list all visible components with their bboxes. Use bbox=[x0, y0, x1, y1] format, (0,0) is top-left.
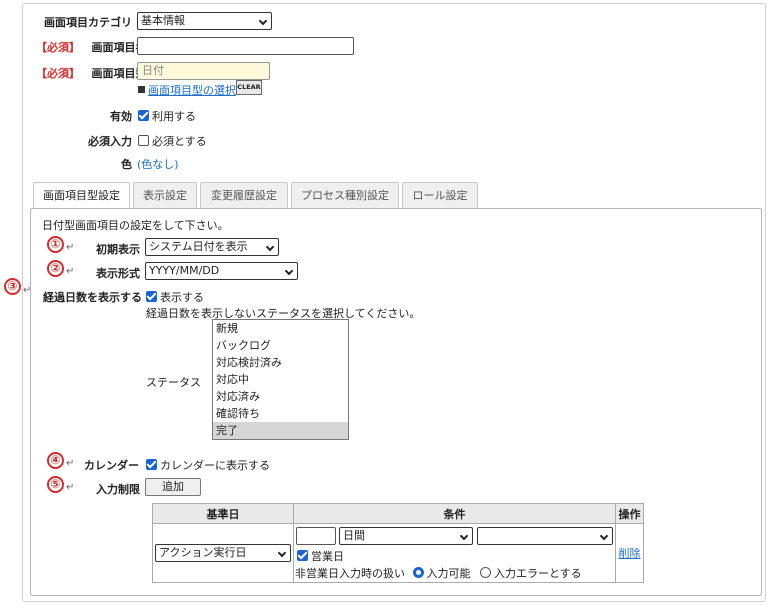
chevron-down-icon bbox=[459, 531, 469, 541]
calendar-checkbox[interactable]: カレンダーに表示する bbox=[146, 457, 270, 473]
marker-2: ② bbox=[47, 260, 64, 277]
checkbox-unchecked-icon bbox=[138, 135, 149, 146]
return-mark-icon: ↵ bbox=[66, 266, 75, 277]
status-option[interactable]: 対応検討済み bbox=[213, 354, 348, 371]
days-number-input[interactable] bbox=[296, 527, 336, 545]
tab-display-settings[interactable]: 表示設定 bbox=[133, 182, 197, 209]
item-type-input: 日付 bbox=[137, 62, 270, 80]
delete-link[interactable]: 削除 bbox=[619, 547, 641, 560]
calendar-label: カレンダー bbox=[84, 459, 139, 472]
base-date-value: アクション実行日 bbox=[159, 546, 247, 559]
table-header-row: 基準日 条件 操作 bbox=[152, 503, 644, 524]
add-button[interactable]: 追加 bbox=[145, 478, 201, 496]
required-input-label: 必須入力 bbox=[88, 135, 132, 148]
required-mark: 【必須】 bbox=[36, 41, 80, 54]
enabled-checkbox[interactable]: 利用する bbox=[138, 108, 196, 124]
marker-3: ③ bbox=[4, 278, 21, 295]
initial-display-select[interactable]: システム日付を表示 bbox=[145, 238, 279, 256]
color-value-link[interactable]: (色なし) bbox=[137, 156, 179, 172]
chevron-down-icon bbox=[284, 266, 294, 276]
required-input-checkbox[interactable]: 必須とする bbox=[138, 133, 207, 149]
non-business-day-label: 非営業日入力時の扱い bbox=[295, 567, 405, 580]
direction-select[interactable] bbox=[477, 527, 613, 545]
non-business-day-row: 非営業日入力時の扱い 入力可能 入力エラーとする bbox=[295, 565, 582, 581]
input-limit-label: 入力制限 bbox=[96, 483, 140, 496]
status-option[interactable]: 確認待ち bbox=[213, 405, 348, 422]
marker-4: ④ bbox=[47, 452, 64, 469]
checkbox-checked-icon bbox=[138, 110, 149, 121]
display-format-select[interactable]: YYYY/MM/DD bbox=[145, 262, 298, 280]
return-mark-icon: ↵ bbox=[66, 458, 75, 469]
status-option-selected[interactable]: 完了 bbox=[213, 422, 348, 439]
input-limit-table: 基準日 条件 操作 アクション実行日 日間 営業日 非営業日入力時の扱い 入力可… bbox=[152, 503, 644, 583]
initial-display-value: システム日付を表示 bbox=[149, 240, 248, 253]
option-allow-label: 入力可能 bbox=[426, 567, 471, 580]
condition-cell: 日間 営業日 非営業日入力時の扱い 入力可能 入力エラーとする bbox=[293, 523, 616, 583]
enabled-checkbox-label: 利用する bbox=[152, 110, 196, 123]
status-option[interactable]: 対応済み bbox=[213, 388, 348, 405]
required-mark: 【必須】 bbox=[36, 67, 80, 80]
header-action: 操作 bbox=[615, 503, 644, 524]
elapsed-days-checkbox-label: 表示する bbox=[160, 291, 204, 304]
category-select[interactable]: 基本情報 bbox=[137, 12, 272, 30]
clear-button[interactable]: CLEAR bbox=[236, 80, 262, 95]
checkbox-checked-icon bbox=[297, 550, 308, 561]
option-error-radio[interactable]: 入力エラーとする bbox=[480, 567, 582, 580]
return-mark-icon: ↵ bbox=[66, 482, 75, 493]
marker-5: ⑤ bbox=[47, 476, 64, 493]
business-day-checkbox[interactable]: 営業日 bbox=[297, 548, 344, 564]
display-format-label: 表示形式 bbox=[96, 267, 140, 280]
chevron-down-icon bbox=[599, 531, 609, 541]
table-row: アクション実行日 日間 営業日 非営業日入力時の扱い 入力可能 入力エラーとする bbox=[152, 523, 644, 583]
initial-display-label: 初期表示 bbox=[96, 243, 140, 256]
tab-change-history-settings[interactable]: 変更履歴設定 bbox=[200, 182, 288, 209]
item-name-label-row: 【必須】 画面項目名 bbox=[36, 39, 147, 55]
chevron-down-icon bbox=[265, 242, 275, 252]
tab-role-settings[interactable]: ロール設定 bbox=[402, 182, 478, 209]
calendar-checkbox-label: カレンダーに表示する bbox=[160, 459, 270, 472]
return-mark-icon: ↵ bbox=[66, 242, 75, 253]
option-error-label: 入力エラーとする bbox=[494, 567, 582, 580]
return-mark-icon: ↵ bbox=[23, 285, 32, 296]
base-date-cell: アクション実行日 bbox=[152, 523, 294, 583]
checkbox-checked-icon bbox=[146, 291, 157, 302]
required-input-checkbox-label: 必須とする bbox=[152, 135, 207, 148]
header-base-date: 基準日 bbox=[152, 503, 294, 524]
item-type-select-link[interactable]: 画面項目型の選択 bbox=[148, 82, 236, 98]
item-type-label-row: 【必須】 画面項目型 bbox=[36, 65, 147, 81]
option-allow-radio[interactable]: 入力可能 bbox=[412, 567, 471, 580]
status-listbox[interactable]: 新規 バックログ 対応検討済み 対応中 対応済み 確認待ち 完了 bbox=[212, 319, 349, 440]
status-label: ステータス bbox=[146, 376, 201, 389]
radio-selected-icon bbox=[412, 567, 424, 578]
checkbox-checked-icon bbox=[146, 459, 157, 470]
category-label: 画面項目カテゴリ bbox=[44, 16, 132, 29]
business-day-label: 営業日 bbox=[311, 550, 344, 563]
status-option[interactable]: 新規 bbox=[213, 320, 348, 337]
chevron-down-icon bbox=[258, 16, 268, 26]
color-label: 色 bbox=[121, 158, 132, 171]
tab-item-type-settings[interactable]: 画面項目型設定 bbox=[33, 182, 130, 210]
bullet-icon bbox=[138, 86, 145, 93]
action-cell: 削除 bbox=[615, 523, 644, 583]
status-option[interactable]: バックログ bbox=[213, 337, 348, 354]
base-date-select[interactable]: アクション実行日 bbox=[155, 544, 291, 562]
marker-1: ① bbox=[47, 236, 64, 253]
enabled-label: 有効 bbox=[110, 110, 132, 123]
category-value: 基本情報 bbox=[141, 14, 185, 27]
elapsed-days-label: 経過日数を表示する bbox=[43, 291, 142, 304]
panel-intro: 日付型画面項目の設定をして下さい。 bbox=[42, 219, 229, 232]
radio-unselected-icon bbox=[480, 567, 491, 578]
header-condition: 条件 bbox=[293, 503, 616, 524]
item-name-input[interactable] bbox=[137, 37, 354, 55]
chevron-down-icon bbox=[277, 548, 287, 558]
unit-select[interactable]: 日間 bbox=[339, 527, 473, 545]
display-format-value: YYYY/MM/DD bbox=[149, 264, 220, 277]
unit-value: 日間 bbox=[343, 529, 365, 542]
tab-process-type-settings[interactable]: プロセス種別設定 bbox=[291, 182, 399, 209]
status-option[interactable]: 対応中 bbox=[213, 371, 348, 388]
elapsed-days-checkbox[interactable]: 表示する bbox=[146, 289, 204, 305]
